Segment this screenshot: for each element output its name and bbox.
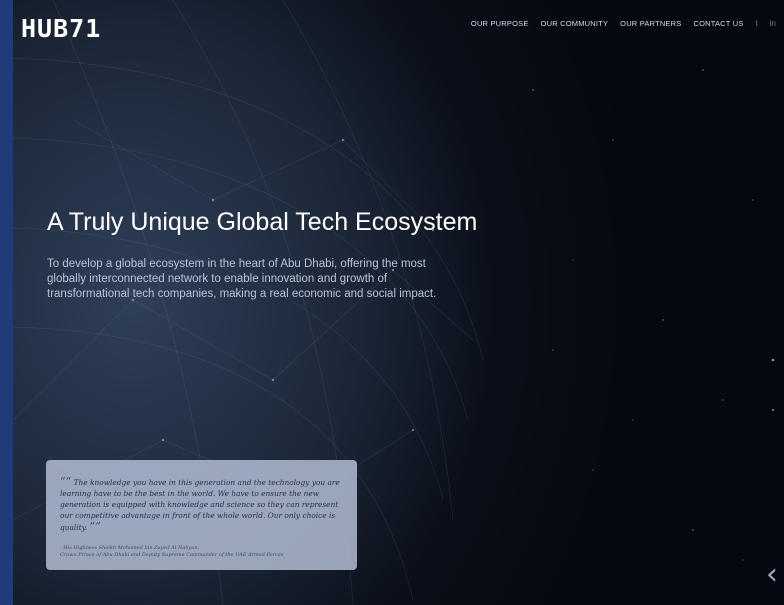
left-edge-bar [0,0,13,605]
nav-our-partners[interactable]: OUR PARTNERS [620,19,681,28]
nav-contact-us[interactable]: CONTACT US [693,19,743,28]
quote-attribution: - His Highness Sheikh Mohamed bin Zayed … [60,545,343,559]
attribution-line-2: Crown Prince of Abu Dhabi and Deputy Sup… [60,552,284,558]
nav-our-purpose[interactable]: OUR PURPOSE [471,19,529,28]
quote-body: ““ The knowledge you have in this genera… [60,476,343,533]
close-quote-mark: ”” [89,520,101,533]
carousel-prev-chevron-icon[interactable]: ‹ [766,560,778,590]
twitter-icon[interactable]: t [756,19,758,28]
hub71-logo[interactable]: HUB71 [21,14,101,43]
linkedin-icon[interactable]: in [770,19,776,28]
open-quote-mark: ““ [60,475,72,488]
hero-section: HUB71 OUR PURPOSE OUR COMMUNITY OUR PART… [13,0,784,605]
hero-headline: A Truly Unique Global Tech Ecosystem [47,208,478,236]
hero-subtext: To develop a global ecosystem in the hea… [47,258,437,300]
quote-text: The knowledge you have in this generatio… [60,478,340,532]
nav-our-community[interactable]: OUR COMMUNITY [541,19,609,28]
attribution-line-1: - His Highness Sheikh Mohamed bin Zayed … [60,545,200,551]
top-nav: OUR PURPOSE OUR COMMUNITY OUR PARTNERS C… [471,19,776,28]
quote-card: ““ The knowledge you have in this genera… [46,460,357,570]
